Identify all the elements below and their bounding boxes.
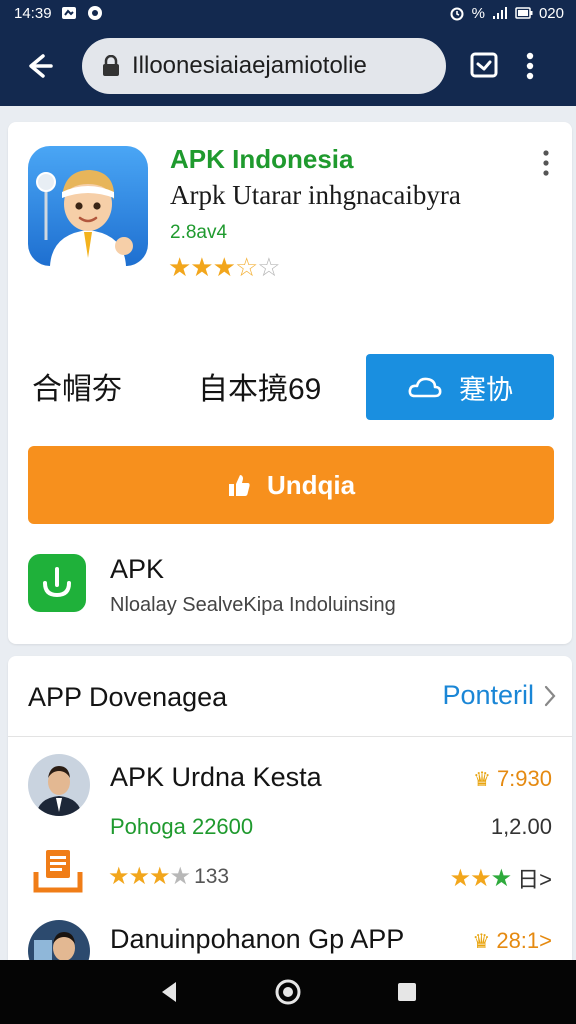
row-title[interactable]: Danuinpohanon Gp APP [110,924,404,955]
browser-header: 14:39 % 020 Illoonesiaiaejamiotolie [0,0,576,106]
more-vertical-icon [526,52,534,80]
thumb-icon [228,475,250,496]
battery-text: 020 [538,4,564,22]
app-version: 2.8av4 [170,222,228,243]
row-size: 1,2.00 [490,814,552,839]
apk-description: Nloalay SealveKipa Indoluinsing [110,594,396,616]
notification-icon [60,5,78,21]
nav-back-button[interactable] [149,972,189,1012]
tab-switcher-button[interactable] [462,44,506,88]
divider [8,736,572,737]
status-bar: 14:39 % 020 [0,0,576,26]
stat-label-2: 自本摬69 [198,373,322,406]
crown-icon: ♛ [473,768,491,791]
signal-text: % [471,4,485,22]
app-status-icon [86,5,104,21]
tabs-icon [470,52,498,78]
back-button[interactable] [18,44,62,88]
row-rating-right: ★★★ 日> [449,864,552,893]
stat-label-1: 合帽夯 [32,373,122,406]
row-rating-stars: ★★★ ★ 133 [108,863,230,890]
battery-icon [515,5,533,21]
home-circle-icon [275,979,301,1005]
download-button-label: Undqia [266,469,356,500]
more-vertical-icon [543,150,549,176]
download-button[interactable]: Undqia [28,446,554,524]
url-field[interactable]: Illoonesiaiaejamiotolie [82,38,446,94]
row-subtitle: Pohoga 22600 [110,814,254,839]
row-rank: ♛ 28:1> [472,928,552,953]
rating-count: 133 [194,864,230,888]
status-time: 14:39 [14,4,52,22]
crown-icon: ♛ [472,930,491,953]
back-arrow-icon [29,54,53,78]
install-button[interactable]: 蹇协 [366,354,554,420]
section-more-label: Ponteril [442,680,534,710]
avatar [28,754,90,816]
back-triangle-icon [162,982,177,1002]
app-subtitle: Arpk Utarar inhgnacaibyra [170,180,461,210]
app-detail-card: APK Indonesia Arpk Utarar inhgnacaibyra … [8,122,572,644]
cloud-icon [408,377,442,398]
browser-menu-button[interactable] [508,44,552,88]
nav-home-button[interactable] [268,972,308,1012]
section-more-link[interactable]: Ponteril [442,680,556,711]
row-title[interactable]: APK Urdna Kesta [110,762,322,793]
apk-download-icon [28,554,86,612]
chevron-right-icon [544,685,556,706]
app-list-card: APP Dovenagea Ponteril APK Urdna Kesta ♛… [8,656,572,982]
signal-icon [491,5,509,21]
card-more-button[interactable] [534,148,558,178]
alarm-icon [448,5,466,21]
nav-recents-button[interactable] [387,972,427,1012]
url-text: Illoonesiaiaejamiotolie [132,52,367,79]
address-bar-row: Illoonesiaiaejamiotolie [0,26,576,106]
install-button-label: 蹇协 [459,374,513,405]
system-nav-bar [0,960,576,1024]
apk-title: APK [110,554,165,584]
app-rating-stars: ★★★☆☆ [168,252,281,282]
app-name: APK Indonesia [170,144,354,174]
row-rank: ♛ 7:930 [473,766,552,791]
file-icon [32,848,84,898]
lock-icon [103,55,119,76]
recents-square-icon [397,983,416,1001]
section-title: APP Dovenagea [28,682,228,712]
app-icon [28,146,148,266]
